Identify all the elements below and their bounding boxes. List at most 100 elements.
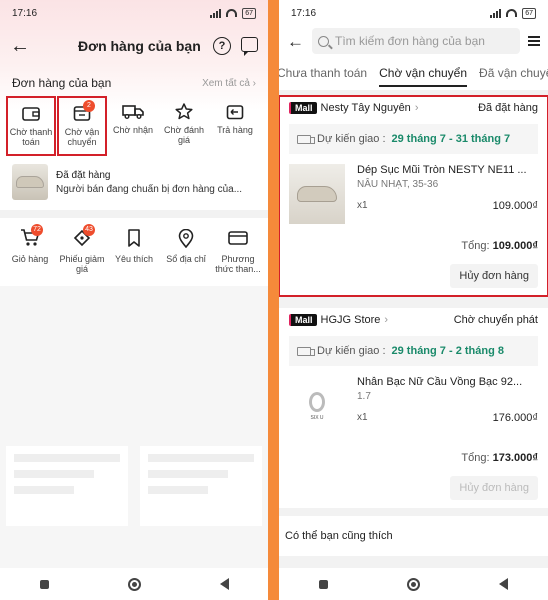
utilities-row: 72 Giỏ hàng 43 Phiếu giảm giá Yêu thích	[0, 218, 268, 288]
cancel-order-button[interactable]: Hủy đơn hàng	[450, 264, 538, 288]
tab-awaiting-shipment[interactable]: Chờ vận chuyển	[373, 56, 473, 90]
wifi-icon	[506, 9, 518, 17]
loading-placeholder	[0, 286, 268, 568]
return-box-icon	[224, 102, 246, 120]
tab-unpaid[interactable]: Chưa thanh toán	[279, 56, 373, 90]
chevron-right-icon: ›	[384, 314, 389, 326]
system-nav-bar	[279, 568, 548, 600]
util-payment-methods[interactable]: Phương thức than...	[213, 228, 263, 288]
total-amount: 109.000₫	[492, 240, 538, 252]
product-price: 109.000₫	[492, 200, 538, 212]
product-variant: NÂU NHẠT, 35-36	[357, 179, 439, 190]
status-awaiting-review[interactable]: Chờ đánh giá	[159, 96, 209, 156]
status-returns[interactable]: Trả hàng	[210, 96, 260, 156]
status-bar: 17:16 67	[279, 0, 548, 26]
tab-shipped[interactable]: Đã vận chuyển	[473, 56, 548, 90]
battery-icon: 67	[522, 7, 536, 19]
product-name: Dép Sục Mũi Tròn NESTY NE11 ...	[357, 164, 527, 176]
battery-icon: 67	[242, 7, 256, 19]
util-label: Yêu thích	[114, 254, 154, 264]
product-thumbnail	[12, 164, 48, 200]
truck-icon	[297, 134, 315, 144]
util-label: Sổ địa chỉ	[166, 254, 206, 264]
product-row[interactable]: Dép Sục Mũi Tròn NESTY NE11 ... NÂU NHẠT…	[289, 154, 538, 224]
menu-icon[interactable]	[528, 36, 540, 46]
count-badge: 2	[83, 100, 95, 112]
product-qty: x1	[357, 412, 368, 423]
order-status-text: Đã đặt hàng	[56, 169, 111, 181]
chevron-right-icon: ›	[414, 102, 419, 114]
signal-icon	[210, 8, 222, 18]
util-address-book[interactable]: Sổ địa chỉ	[161, 228, 211, 288]
back-arrow-icon[interactable]: ←	[287, 33, 304, 50]
location-pin-icon	[175, 228, 197, 248]
search-bar-row: ← Tìm kiếm đơn hàng của bạn	[279, 26, 548, 56]
search-input[interactable]: Tìm kiếm đơn hàng của bạn	[312, 28, 520, 54]
delivery-dates: 29 tháng 7 - 31 tháng 7	[391, 133, 511, 145]
truck-icon	[297, 346, 315, 356]
wifi-icon	[226, 9, 238, 17]
count-badge: 72	[31, 224, 43, 236]
order-status: Chờ chuyển phát	[453, 314, 538, 326]
status-pending-payment[interactable]: Chờ thanh toán	[6, 96, 56, 156]
back-icon[interactable]	[499, 578, 509, 590]
truck-icon	[122, 102, 144, 120]
product-price: 176.000₫	[492, 412, 538, 424]
product-name: Nhẫn Bạc Nữ Cầu Vồng Bạc 92...	[357, 376, 523, 388]
delivery-estimate: Dự kiến giao : 29 tháng 7 - 31 tháng 7	[289, 124, 538, 154]
product-thumbnail	[289, 164, 345, 224]
section-divider	[0, 210, 268, 218]
see-all-link[interactable]: Xem tất cả ›	[202, 78, 256, 89]
order-description: Người bán đang chuẩn bị đơn hàng của...	[56, 183, 243, 195]
back-arrow-icon[interactable]: ←	[10, 36, 30, 56]
recent-apps-icon[interactable]	[318, 579, 328, 589]
home-icon[interactable]	[406, 577, 420, 591]
util-vouchers[interactable]: 43 Phiếu giảm giá	[57, 224, 107, 288]
shop-name[interactable]: Nesty Tây Nguyên	[321, 102, 411, 114]
page-title: Đơn hàng của bạn	[78, 38, 201, 54]
util-favorites[interactable]: Yêu thích	[109, 228, 159, 288]
chat-icon[interactable]	[241, 37, 258, 56]
recent-apps-icon[interactable]	[39, 579, 49, 589]
shop-name[interactable]: HGJG Store	[321, 314, 381, 326]
total-amount: 173.000₫	[492, 452, 538, 464]
status-awaiting-delivery[interactable]: Chờ nhận	[108, 96, 158, 156]
search-placeholder: Tìm kiếm đơn hàng của bạn	[335, 34, 485, 48]
help-icon[interactable]: ?	[213, 37, 231, 55]
delivery-estimate: Dự kiến giao : 29 tháng 7 - 2 tháng 8	[289, 336, 538, 366]
count-badge: 43	[83, 224, 95, 236]
product-qty: x1	[357, 200, 368, 211]
order-total: Tổng: 109.000₫	[461, 240, 538, 252]
system-nav-bar	[0, 568, 268, 600]
order-card[interactable]: Mall Nesty Tây Nguyên › Đã đặt hàng Dự k…	[279, 95, 548, 297]
placeholder-card	[140, 446, 262, 526]
status-awaiting-shipment[interactable]: 2 Chờ vận chuyển	[57, 96, 107, 156]
search-icon	[318, 35, 329, 47]
delivery-label: Dự kiến giao :	[317, 133, 386, 145]
ring-icon	[309, 391, 325, 412]
wallet-icon	[20, 104, 42, 122]
cancel-order-button[interactable]: Hủy đơn hàng	[450, 476, 538, 500]
card-icon	[227, 228, 249, 248]
star-icon	[173, 102, 195, 120]
order-total: Tổng: 173.000₫	[461, 452, 538, 464]
order-status-row: Chờ thanh toán 2 Chờ vận chuyển Chờ nhận	[0, 90, 268, 156]
order-status: Đã đặt hàng	[478, 102, 538, 114]
back-icon[interactable]	[219, 578, 229, 590]
order-overview-screen: 17:16 67 ← ? Đơn hàng của bạn Đơn hàng c…	[0, 0, 268, 600]
status-time: 17:16	[12, 7, 38, 19]
order-list-screen: 17:16 67 ← Tìm kiếm đơn hàng của bạn Chư…	[279, 0, 548, 600]
mall-badge: Mall	[289, 314, 317, 326]
status-label: Chờ thanh toán	[9, 127, 53, 147]
latest-order-card[interactable]: Đã đặt hàng Người bán đang chuẩn bị đơn …	[8, 160, 260, 204]
util-cart[interactable]: 72 Giỏ hàng	[5, 224, 55, 288]
product-row[interactable]: SIX U Nhẫn Bạc Nữ Cầu Vồng Bạc 92... 1.7…	[289, 366, 538, 436]
status-label: Trả hàng	[217, 125, 253, 135]
screenshot-divider	[268, 0, 279, 600]
bookmark-icon	[123, 228, 145, 248]
suggestions-heading: Có thể bạn cũng thích	[279, 516, 548, 556]
mall-badge: Mall	[289, 102, 317, 114]
home-icon[interactable]	[127, 577, 141, 591]
order-card[interactable]: Mall HGJG Store › Chờ chuyển phát Dự kiế…	[279, 308, 548, 508]
brand-caption: SIX U	[310, 414, 324, 421]
